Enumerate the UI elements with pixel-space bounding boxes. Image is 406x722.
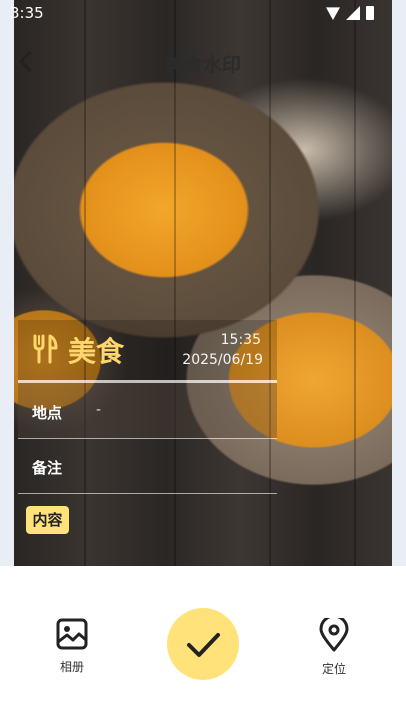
app-header: 美食水印 xyxy=(14,44,392,84)
note-label: 备注 xyxy=(32,459,63,477)
location-label: 地点 xyxy=(32,404,63,422)
location-button[interactable]: 定位 xyxy=(299,614,369,677)
page-title: 美食水印 xyxy=(164,54,241,76)
photo-preview-area: 3:35 美食水印 美食 15:35 2025/06/19 地点 - 备注 内容 xyxy=(0,0,406,566)
album-button[interactable]: 相册 xyxy=(37,618,107,675)
confirm-button[interactable] xyxy=(167,608,239,680)
wifi-icon xyxy=(326,7,340,20)
category-label: 美食 xyxy=(68,335,125,368)
status-bar: 3:35 xyxy=(0,0,406,26)
status-time: 3:35 xyxy=(10,4,44,22)
watermark-time: 15:35 xyxy=(220,332,261,348)
signal-icon xyxy=(346,6,360,20)
location-label: 定位 xyxy=(321,662,346,676)
divider xyxy=(18,493,277,494)
bottom-toolbar: 相册 定位 xyxy=(0,566,406,722)
watermark-card[interactable]: 美食 15:35 2025/06/19 地点 - 备注 内容 xyxy=(18,320,277,550)
location-value: - xyxy=(96,402,102,418)
battery-icon xyxy=(366,6,374,20)
content-tag[interactable]: 内容 xyxy=(26,506,69,534)
watermark-date: 2025/06/19 xyxy=(182,352,263,368)
fork-knife-icon xyxy=(33,334,58,364)
divider xyxy=(18,438,277,439)
status-icons xyxy=(326,6,374,20)
album-label: 相册 xyxy=(59,660,84,674)
location-pin-icon xyxy=(319,614,349,652)
check-icon xyxy=(187,633,220,657)
wood-plank-line xyxy=(354,0,356,566)
image-icon xyxy=(56,618,88,650)
